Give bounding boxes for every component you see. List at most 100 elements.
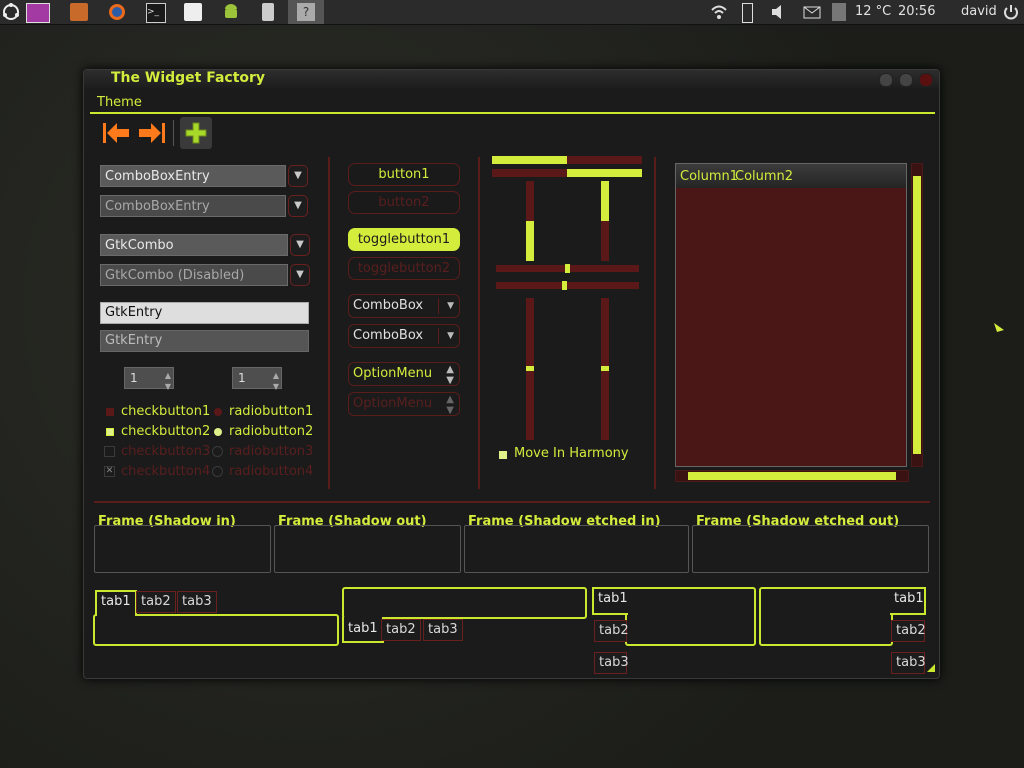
- move-in-harmony-label[interactable]: Move In Harmony: [514, 446, 629, 461]
- hscrollbar-1[interactable]: [492, 156, 642, 164]
- forward-arrow-icon[interactable]: [137, 121, 165, 145]
- radiobutton1-label[interactable]: radiobutton1: [229, 404, 313, 419]
- spin-button-1[interactable]: 1 ▲ ▼: [124, 367, 174, 391]
- button1[interactable]: button1: [348, 163, 460, 186]
- vscrollbar-2[interactable]: [601, 181, 609, 261]
- hscrollbar-2-thumb[interactable]: [567, 169, 642, 177]
- minimize-button[interactable]: [879, 73, 893, 87]
- tree-vscrollbar[interactable]: [911, 163, 923, 467]
- help-icon-highlight[interactable]: ?: [288, 0, 324, 24]
- togglebutton2[interactable]: togglebutton2: [348, 257, 460, 280]
- radiobutton3-dot[interactable]: [212, 446, 223, 457]
- tab-left-3[interactable]: tab3: [594, 652, 629, 674]
- tab-right-1[interactable]: tab1: [890, 587, 926, 615]
- vscrollbar-1[interactable]: [526, 181, 534, 261]
- tab-right-2[interactable]: tab2: [891, 620, 926, 642]
- temperature-label[interactable]: 12 °C: [855, 4, 891, 19]
- vscale-1-knob[interactable]: [526, 366, 534, 371]
- checkbutton3-label[interactable]: checkbutton3: [121, 444, 210, 459]
- tab-left-2[interactable]: tab2: [594, 620, 629, 642]
- combobox-1[interactable]: ComboBox ▼: [348, 294, 460, 318]
- checkbutton3-box[interactable]: [104, 446, 115, 457]
- vscale-1[interactable]: [526, 298, 534, 440]
- tab-right-3[interactable]: tab3: [891, 652, 926, 674]
- app-menu-icon[interactable]: [26, 3, 50, 23]
- togglebutton1[interactable]: togglebutton1: [348, 228, 460, 251]
- mail-icon[interactable]: [803, 3, 821, 21]
- hscale-2[interactable]: [496, 281, 639, 290]
- checkbutton4-label[interactable]: checkbutton4: [121, 464, 210, 479]
- radiobutton3-label[interactable]: radiobutton3: [229, 444, 313, 459]
- column-header-1[interactable]: Column1: [680, 169, 738, 184]
- vscale-2-knob[interactable]: [601, 366, 609, 371]
- weather-icon[interactable]: [832, 3, 846, 21]
- terminal-icon[interactable]: >_: [146, 3, 166, 23]
- tab-left-1[interactable]: tab1: [592, 587, 628, 615]
- combobox-entry-1-arrow[interactable]: ▼: [288, 165, 308, 187]
- tree-hscrollbar-thumb[interactable]: [688, 472, 896, 480]
- clock-label[interactable]: 20:56: [898, 4, 935, 19]
- tab-top-3[interactable]: tab3: [177, 591, 217, 613]
- gtk-entry-2[interactable]: GtkEntry: [100, 330, 309, 352]
- resize-grip-icon[interactable]: [927, 664, 935, 672]
- button2[interactable]: button2: [348, 191, 460, 214]
- gtk-entry-1[interactable]: GtkEntry: [100, 302, 309, 324]
- volume-icon[interactable]: [770, 3, 788, 21]
- gtk-combo-arrow[interactable]: ▼: [290, 234, 310, 256]
- power-icon[interactable]: [1002, 3, 1020, 21]
- optionmenu-1[interactable]: OptionMenu ▲ ▼: [348, 362, 460, 386]
- titlebar[interactable]: The Widget Factory: [84, 70, 939, 89]
- checkbutton2-box[interactable]: [106, 428, 114, 436]
- radiobutton4-dot[interactable]: [212, 466, 223, 477]
- tab-bottom-2[interactable]: tab2: [381, 619, 421, 641]
- combobox-entry-2-arrow[interactable]: ▼: [288, 195, 308, 217]
- gtk-combo-disabled-arrow[interactable]: ▼: [290, 264, 310, 286]
- vscrollbar-1-thumb[interactable]: [526, 221, 534, 261]
- firefox-icon[interactable]: [108, 3, 126, 21]
- ubuntu-logo-icon[interactable]: [2, 3, 20, 21]
- wifi-icon[interactable]: [710, 3, 728, 21]
- chevron-down-icon[interactable]: ▼: [273, 377, 279, 397]
- move-in-harmony-check[interactable]: [499, 451, 507, 459]
- close-button[interactable]: [919, 73, 933, 87]
- tree-view[interactable]: Column1 Column2: [675, 163, 907, 467]
- hscale-1[interactable]: [496, 264, 639, 273]
- tree-vscrollbar-thumb[interactable]: [913, 176, 921, 454]
- gtk-combo-disabled[interactable]: GtkCombo (Disabled): [100, 264, 288, 286]
- vscale-2[interactable]: [601, 298, 609, 440]
- android-icon[interactable]: [222, 3, 240, 21]
- menu-theme[interactable]: Theme: [97, 95, 142, 110]
- hscale-2-knob[interactable]: [561, 281, 567, 290]
- radiobutton2-label[interactable]: radiobutton2: [229, 424, 313, 439]
- optionmenu-2[interactable]: OptionMenu ▲ ▼: [348, 392, 460, 416]
- radiobutton1-dot[interactable]: [214, 408, 222, 416]
- vscrollbar-2-thumb[interactable]: [601, 181, 609, 221]
- checkbutton1-box[interactable]: [106, 408, 114, 416]
- combobox-entry-2[interactable]: ComboBoxEntry: [100, 195, 286, 217]
- text-editor-icon[interactable]: [184, 3, 202, 21]
- radiobutton4-label[interactable]: radiobutton4: [229, 464, 313, 479]
- usb-icon[interactable]: [262, 3, 274, 21]
- spin-button-2[interactable]: 1 ▲ ▼: [232, 367, 282, 391]
- checkbutton4-box[interactable]: ✕: [104, 466, 115, 477]
- combobox-entry-1[interactable]: ComboBoxEntry: [100, 165, 286, 187]
- tab-top-1[interactable]: tab1: [95, 590, 137, 616]
- hscale-1-knob[interactable]: [564, 264, 570, 273]
- back-arrow-icon[interactable]: [103, 121, 131, 145]
- hscrollbar-2[interactable]: [492, 169, 642, 177]
- files-icon[interactable]: [70, 3, 88, 21]
- gtk-combo[interactable]: GtkCombo: [100, 234, 288, 256]
- column-header-2[interactable]: Column2: [735, 169, 793, 184]
- combobox-2[interactable]: ComboBox ▼: [348, 324, 460, 348]
- tab-bottom-1[interactable]: tab1: [342, 617, 384, 643]
- battery-icon[interactable]: [742, 3, 753, 23]
- tab-bottom-3[interactable]: tab3: [423, 619, 463, 641]
- hscrollbar-1-thumb[interactable]: [492, 156, 567, 164]
- user-label[interactable]: david: [961, 4, 997, 19]
- chevron-down-icon[interactable]: ▼: [165, 377, 171, 397]
- radiobutton2-dot[interactable]: [214, 428, 222, 436]
- tree-hscrollbar[interactable]: [675, 470, 909, 482]
- checkbutton1-label[interactable]: checkbutton1: [121, 404, 210, 419]
- maximize-button[interactable]: [899, 73, 913, 87]
- checkbutton2-label[interactable]: checkbutton2: [121, 424, 210, 439]
